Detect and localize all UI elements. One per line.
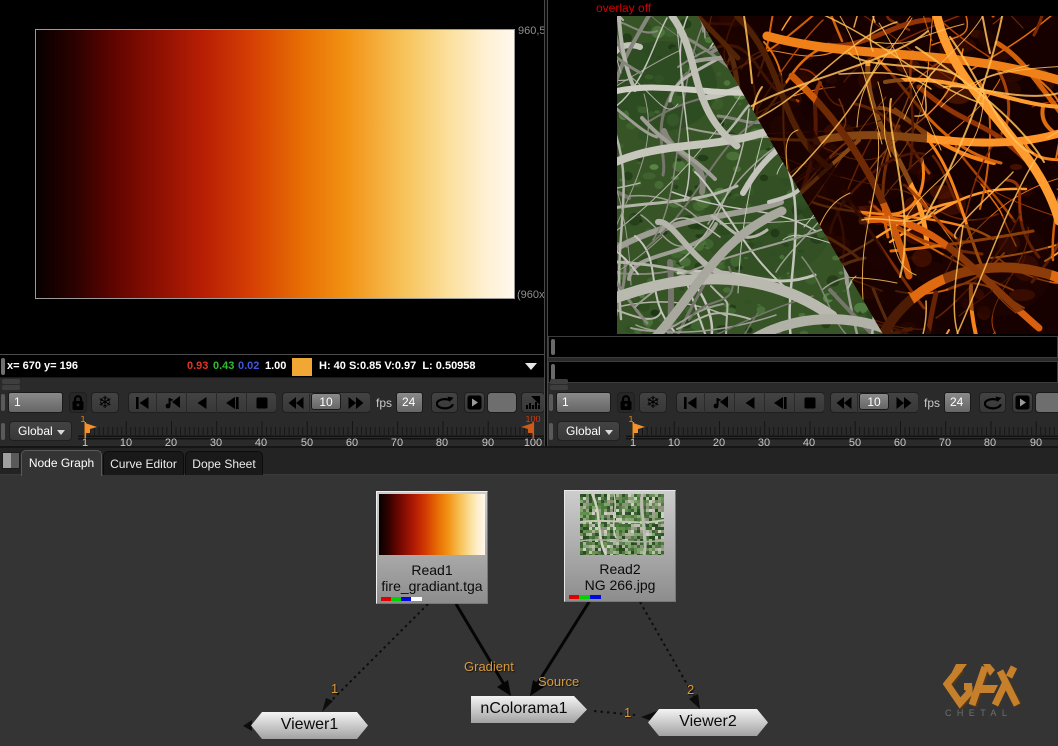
svg-text:90: 90 (482, 437, 494, 446)
svg-text:20: 20 (165, 437, 177, 446)
svg-text:80: 80 (984, 437, 996, 446)
svg-text:60: 60 (894, 437, 906, 446)
svg-text:10: 10 (668, 437, 680, 446)
svg-text:100: 100 (524, 437, 542, 446)
svg-text:60: 60 (346, 437, 358, 446)
svg-text:30: 30 (210, 437, 222, 446)
svg-text:70: 70 (939, 437, 951, 446)
svg-text:40: 40 (255, 437, 267, 446)
svg-text:40: 40 (803, 437, 815, 446)
svg-text:70: 70 (391, 437, 403, 446)
svg-text:10: 10 (120, 437, 132, 446)
svg-text:80: 80 (436, 437, 448, 446)
svg-text:90: 90 (1030, 437, 1042, 446)
svg-text:30: 30 (758, 437, 770, 446)
svg-text:CHETAL: CHETAL (945, 708, 1012, 718)
svg-text:1: 1 (82, 437, 88, 446)
svg-text:50: 50 (301, 437, 313, 446)
svg-text:50: 50 (849, 437, 861, 446)
svg-text:1: 1 (630, 437, 636, 446)
svg-text:20: 20 (713, 437, 725, 446)
